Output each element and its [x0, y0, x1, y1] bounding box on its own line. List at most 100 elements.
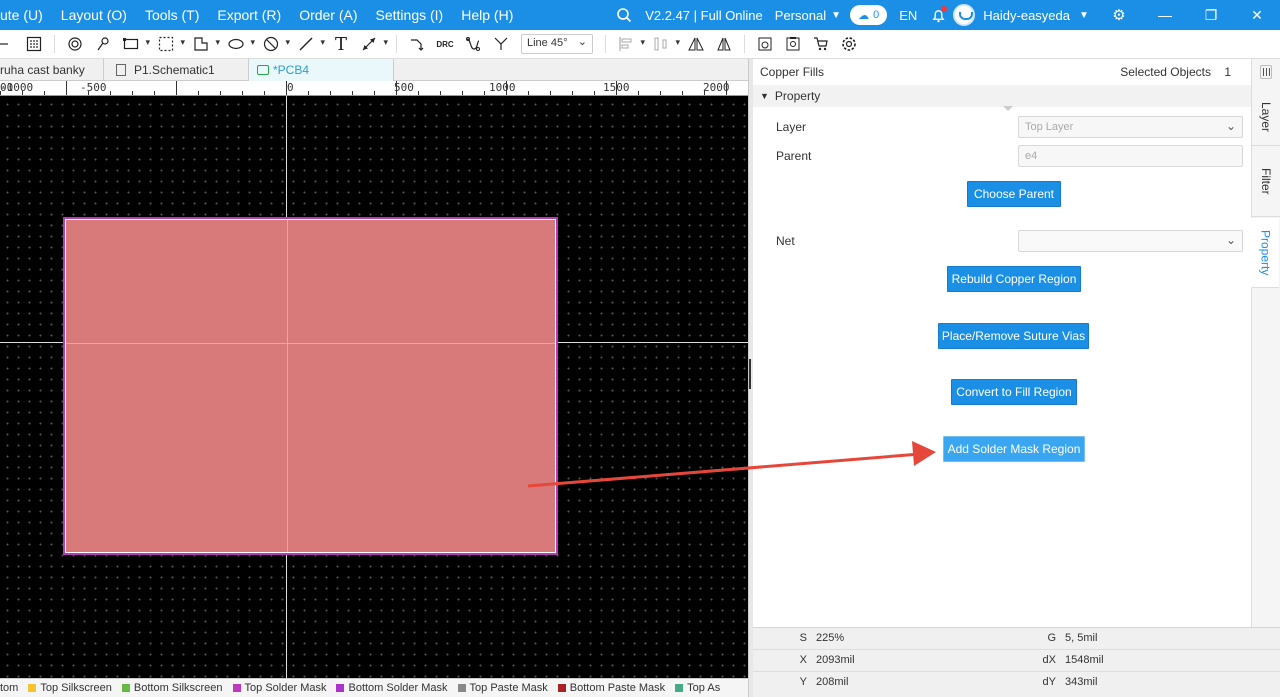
- rect-region-icon[interactable]: [120, 33, 150, 55]
- ruler-label: -500: [80, 81, 107, 94]
- choose-parent-button[interactable]: Choose Parent: [967, 181, 1061, 207]
- cart-icon[interactable]: [810, 33, 832, 55]
- layer-chip-label: Bottom Solder Mask: [348, 682, 448, 694]
- flip-horizontal-icon[interactable]: [685, 33, 707, 55]
- parent-row: Parent e4: [753, 145, 1251, 167]
- tab-project[interactable]: ruha cast banky: [0, 59, 104, 81]
- tab-property[interactable]: Property: [1251, 218, 1279, 288]
- route-track-icon[interactable]: [406, 33, 428, 55]
- net-label: Net: [776, 234, 795, 248]
- align-icon[interactable]: [615, 33, 645, 55]
- tab-schematic[interactable]: P1.Schematic1: [104, 59, 249, 81]
- avatar[interactable]: [953, 4, 976, 26]
- settings-gear-icon[interactable]: [838, 33, 860, 55]
- workspace-select[interactable]: Personal: [769, 8, 828, 23]
- ruler-tick: [660, 91, 661, 95]
- line-icon[interactable]: [295, 33, 325, 55]
- menu-item-settings[interactable]: Settings (I): [367, 0, 453, 30]
- menu-item-order[interactable]: Order (A): [290, 0, 366, 30]
- side-tabs: Layer Filter Property: [1251, 59, 1280, 627]
- layer-chip-label: Top As: [687, 682, 721, 694]
- via-icon[interactable]: [64, 33, 86, 55]
- layer-chip[interactable]: Top Silkscreen: [28, 682, 112, 694]
- panel-grip-icon[interactable]: [1260, 65, 1272, 79]
- layer-chip[interactable]: Bottom Paste Mask: [557, 682, 665, 694]
- grid-icon[interactable]: [23, 33, 45, 55]
- line-mode-select[interactable]: Line 45°: [521, 34, 593, 54]
- gear-icon[interactable]: ⚙: [1104, 0, 1134, 30]
- text-icon[interactable]: T: [330, 33, 352, 55]
- drc-button[interactable]: DRC: [434, 33, 456, 55]
- menu-item-tools[interactable]: Tools (T): [136, 0, 208, 30]
- pcb-canvas[interactable]: [0, 96, 748, 678]
- ruler-tick: [374, 91, 375, 95]
- tab-layer-label: Layer: [1259, 101, 1273, 133]
- menu-item-help[interactable]: Help (H): [452, 0, 522, 30]
- image-icon[interactable]: [754, 33, 776, 55]
- tab-layer[interactable]: Layer: [1252, 89, 1280, 146]
- status-row-scale: S 225% G 5, 5mil: [753, 628, 1280, 650]
- minimize-button[interactable]: —: [1142, 0, 1188, 30]
- close-button[interactable]: ✕: [1234, 0, 1280, 30]
- dashed-region-icon[interactable]: [155, 33, 185, 55]
- ruler-tick: [220, 91, 221, 95]
- tab-pcb[interactable]: *PCB4: [249, 59, 394, 81]
- route-icon[interactable]: [0, 33, 8, 55]
- maximize-button[interactable]: ❐: [1188, 0, 1234, 30]
- pin-icon[interactable]: [92, 33, 114, 55]
- ruler-tick: [176, 81, 177, 95]
- panel-title: Copper Fills: [760, 65, 825, 79]
- tab-filter[interactable]: Filter: [1252, 147, 1280, 217]
- ruler-tick: [396, 81, 397, 95]
- chevron-down-icon[interactable]: ▼: [1076, 0, 1092, 30]
- camera-icon[interactable]: [782, 33, 804, 55]
- layer-chip[interactable]: tom: [0, 682, 18, 694]
- search-icon[interactable]: [609, 0, 639, 30]
- net-row: Net: [753, 230, 1251, 252]
- parent-field[interactable]: e4: [1018, 145, 1243, 167]
- chevron-down-icon[interactable]: ▼: [828, 0, 844, 30]
- dimension-icon[interactable]: [358, 33, 388, 55]
- layer-chip[interactable]: Top Solder Mask: [232, 682, 326, 694]
- username[interactable]: Haidy-easyeda: [983, 8, 1076, 23]
- ruler-tick: [528, 91, 529, 95]
- no-entry-icon[interactable]: [260, 33, 290, 55]
- layer-chip-label: Top Paste Mask: [469, 682, 548, 694]
- ruler-tick: [572, 91, 573, 95]
- selected-objects-label: Selected Objects: [1120, 65, 1211, 79]
- property-section-header[interactable]: ▼ Property: [753, 85, 1251, 107]
- ellipse-icon[interactable]: [225, 33, 255, 55]
- ruler-tick: [0, 91, 1, 95]
- net-select[interactable]: [1018, 230, 1243, 252]
- cloud-sync-button[interactable]: ☁ 0: [850, 5, 888, 25]
- fork-route-icon[interactable]: [490, 33, 512, 55]
- menu-item-layout[interactable]: Layout (O): [52, 0, 136, 30]
- copper-fill-region[interactable]: [63, 217, 558, 555]
- add-solder-mask-region-button[interactable]: Add Solder Mask Region: [943, 436, 1085, 462]
- polygon-icon[interactable]: [190, 33, 220, 55]
- menu-item-route[interactable]: ute (U): [0, 0, 52, 30]
- ruler-tick: [330, 91, 331, 95]
- scale-key: S: [799, 632, 807, 644]
- diff-pair-icon[interactable]: [462, 33, 484, 55]
- rebuild-copper-region-button[interactable]: Rebuild Copper Region: [947, 266, 1081, 292]
- parent-field-value: e4: [1025, 150, 1038, 162]
- language-switch[interactable]: EN: [893, 8, 923, 23]
- layer-chip[interactable]: Bottom Solder Mask: [336, 682, 448, 694]
- menu-item-export[interactable]: Export (R): [208, 0, 290, 30]
- distribute-icon[interactable]: [650, 33, 680, 55]
- notification-dot: [941, 6, 948, 12]
- ruler-tick: [682, 91, 683, 95]
- layer-chip[interactable]: Top As: [675, 682, 720, 694]
- flip-vertical-icon[interactable]: [713, 33, 735, 55]
- layer-chip[interactable]: Bottom Silkscreen: [121, 682, 223, 694]
- place-remove-suture-vias-button[interactable]: Place/Remove Suture Vias: [938, 323, 1089, 349]
- layer-swatch: [557, 684, 566, 692]
- layer-chip[interactable]: Top Paste Mask: [457, 682, 548, 694]
- bell-icon[interactable]: [923, 0, 953, 30]
- layer-select[interactable]: Top Layer: [1018, 116, 1243, 138]
- convert-to-fill-region-button[interactable]: Convert to Fill Region: [951, 379, 1077, 405]
- line-mode-value: Line 45°: [527, 37, 568, 49]
- scale-value: 225%: [816, 632, 845, 644]
- layer-chip-label: Bottom Silkscreen: [133, 682, 223, 694]
